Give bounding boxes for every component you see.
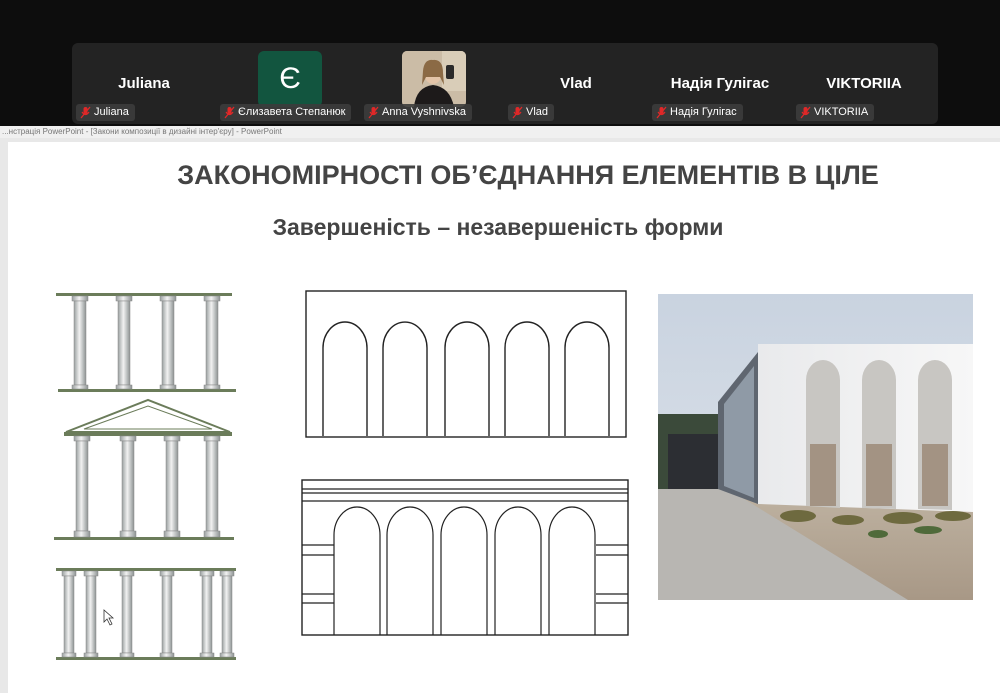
participant-label: Juliana: [76, 104, 135, 121]
participant-display-name: Надія Гулігас: [670, 75, 770, 92]
mouse-cursor-icon: [103, 609, 115, 626]
participant-tile-anna[interactable]: Anna Vyshnivska: [360, 43, 504, 124]
arcade-incomplete-illustration: [301, 479, 629, 636]
participant-label: Vlad: [508, 104, 555, 121]
participant-label-text: Vlad: [526, 106, 549, 118]
slide-subtitle: Завершеність – незавершеність форми: [272, 214, 724, 240]
microphone-muted-icon: [224, 106, 235, 119]
participant-strip: Juliana Juliana Є Єлизавета Степанюк Ann…: [72, 43, 938, 124]
colonnade-complete: [56, 293, 236, 392]
microphone-muted-icon: [80, 106, 91, 119]
microphone-muted-icon: [800, 106, 811, 119]
participant-display-name: VIKTORIIA: [826, 75, 902, 92]
arcade-building-photo: [658, 294, 973, 600]
person-video-image: [402, 51, 466, 107]
video-thumbnail: [402, 51, 466, 107]
window-title-bar: ...нстрація PowerPoint - [Закони компози…: [0, 126, 1000, 138]
participant-label: VIKTORIIA: [796, 104, 875, 121]
participant-tile-juliana[interactable]: Juliana Juliana: [72, 43, 216, 124]
participant-tile-viktoriia[interactable]: VIKTORIIA VIKTORIIA: [792, 43, 936, 124]
arcade-complete-illustration: [305, 290, 627, 438]
participant-label-text: Єлизавета Степанюк: [238, 106, 346, 118]
participant-tile-vlad[interactable]: Vlad Vlad: [504, 43, 648, 124]
participant-label: Надія Гулігас: [652, 104, 743, 121]
colonnade-with-pediment: [54, 398, 234, 540]
building-image: [658, 294, 973, 600]
microphone-muted-icon: [512, 106, 523, 119]
microphone-muted-icon: [656, 106, 667, 119]
participant-tile-yelyzaveta[interactable]: Є Єлизавета Степанюк: [216, 43, 360, 124]
microphone-muted-icon: [368, 106, 379, 119]
participant-display-name: Juliana: [118, 75, 170, 92]
slide: ЗАКОНОМІРНОСТІ ОБ’ЄДНАННЯ ЕЛЕМЕНТІВ В ЦІ…: [8, 142, 1000, 693]
participant-label: Anna Vyshnivska: [364, 104, 472, 121]
participant-label-text: Juliana: [94, 106, 129, 118]
participants-area: Juliana Juliana Є Єлизавета Степанюк Ann…: [0, 0, 1000, 126]
avatar: Є: [258, 51, 322, 107]
powerpoint-window: ЗАКОНОМІРНОСТІ ОБ’ЄДНАННЯ ЕЛЕМЕНТІВ В ЦІ…: [0, 138, 1000, 693]
slide-title: ЗАКОНОМІРНОСТІ ОБ’ЄДНАННЯ ЕЛЕМЕНТІВ В ЦІ…: [177, 160, 879, 190]
participant-display-name: Vlad: [560, 75, 592, 92]
participant-label-text: VIKTORIIA: [814, 106, 869, 118]
participant-label-text: Anna Vyshnivska: [382, 106, 466, 118]
colonnade-paired: [56, 568, 236, 660]
participant-tile-nadiia[interactable]: Надія Гулігас Надія Гулігас: [648, 43, 792, 124]
colonnade-illustrations: [54, 293, 236, 660]
participant-label-text: Надія Гулігас: [670, 106, 737, 118]
participant-label: Єлизавета Степанюк: [220, 104, 352, 121]
